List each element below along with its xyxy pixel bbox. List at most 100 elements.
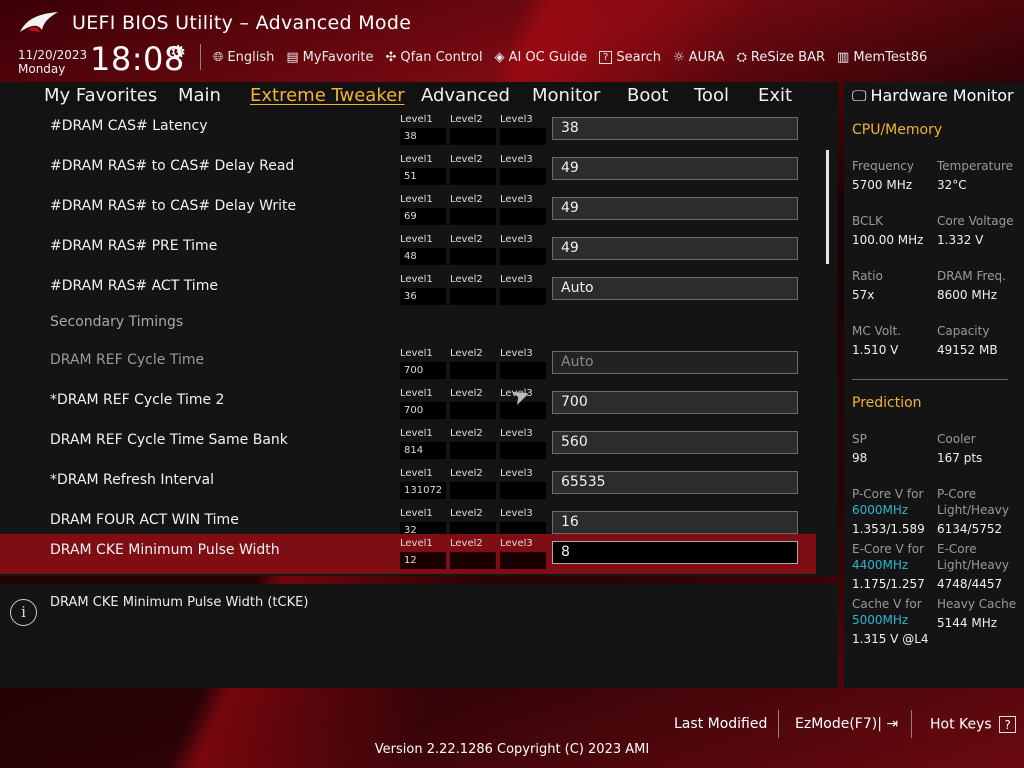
toolbar-label: MemTest86 (853, 49, 928, 65)
scrollbar-thumb[interactable] (826, 150, 829, 264)
setting-row-selected[interactable]: DRAM CKE Minimum Pulse Width Level1 12 Le… (0, 534, 816, 574)
toolbar-divider (200, 44, 201, 70)
level-label: Level2 (450, 508, 483, 519)
last-modified-button[interactable]: Last Modified (674, 716, 767, 732)
setting-value-input[interactable]: Auto (552, 277, 798, 300)
tab-advanced[interactable]: Advanced (421, 85, 510, 106)
setting-label: #DRAM RAS# PRE Time (50, 238, 218, 254)
setting-label: DRAM REF Cycle Time Same Bank (50, 432, 288, 448)
cooler-value: 167 pts (937, 451, 983, 465)
hot-keys-button[interactable]: Hot Keys ? (930, 716, 1017, 733)
level1-box: Level1 814 (400, 428, 446, 460)
level2-box: Level2 (450, 194, 496, 226)
level-label: Level3 (500, 114, 533, 125)
setting-row[interactable]: *DRAM Refresh Interval Level1 131072 Leve… (0, 464, 816, 504)
hardware-monitor-panel: 🖵︎ Hardware Monitor CPU/Memory Frequency… (844, 82, 1024, 688)
toolbar-resize-bar-button[interactable]: ⛭ ReSize BAR (737, 50, 826, 65)
prediction-section-title: Prediction (852, 395, 922, 411)
tab-boot[interactable]: Boot (627, 85, 668, 106)
toolbar-search-button[interactable]: ? Search (599, 50, 661, 65)
toolbar-language-button[interactable]: 🌐︎ English (213, 50, 274, 65)
ezmode-button[interactable]: EzMode(F7)| ⇥ (795, 716, 898, 732)
level2-box: Level2 (450, 538, 496, 570)
toolbar-aura-button[interactable]: ☼ AURA (673, 50, 724, 65)
level-label: Level1 (400, 428, 433, 439)
fan-icon: ✣ (385, 49, 397, 65)
help-info-panel: i DRAM CKE Minimum Pulse Width (tCKE) (0, 584, 838, 688)
setting-value-input[interactable]: 38 (552, 117, 798, 140)
setting-value-input[interactable]: 560 (552, 431, 798, 454)
setting-value-input: Auto (552, 351, 798, 374)
setting-value-input[interactable]: 49 (552, 197, 798, 220)
level1-box: Level1 700 (400, 348, 446, 380)
temperature-value: 32°C (937, 178, 967, 192)
setting-row[interactable]: #DRAM CAS# Latency Level1 38 Level2 Level… (0, 110, 816, 150)
setting-value-input[interactable]: 8 (552, 541, 798, 564)
setting-row[interactable]: #DRAM RAS# PRE Time Level1 48 Level2 Leve… (0, 230, 816, 270)
level-value (500, 168, 546, 185)
tab-main[interactable]: Main (178, 85, 221, 106)
level-value: 700 (400, 402, 446, 419)
setting-row[interactable]: DRAM REF Cycle Time Same Bank Level1 814 … (0, 424, 816, 464)
cache-v-value: 1.315 V @L4 (852, 632, 929, 646)
setting-label: #DRAM RAS# to CAS# Delay Read (50, 158, 295, 174)
setting-value-input[interactable]: 49 (552, 157, 798, 180)
help-text: DRAM CKE Minimum Pulse Width (tCKE) (50, 595, 309, 610)
hardware-monitor-title: 🖵︎ Hardware Monitor (852, 86, 1014, 105)
ecore-v-frequency: 4400MHz (852, 558, 909, 572)
toolbar-label: Qfan Control (400, 49, 483, 65)
level-value: 38 (400, 128, 446, 145)
setting-label: *DRAM REF Cycle Time 2 (50, 392, 225, 408)
ecore-label-line1: E-Core (937, 542, 977, 556)
setting-row[interactable]: *DRAM REF Cycle Time 2 Level1 700 Level2 … (0, 384, 816, 424)
setting-value-input[interactable]: 65535 (552, 471, 798, 494)
level2-box: Level2 (450, 348, 496, 380)
monitor-icon: 🖵︎ (852, 86, 867, 105)
aura-icon: ☼ (673, 49, 685, 65)
toolbar-ai-oc-guide-button[interactable]: ◈ AI OC Guide (495, 50, 587, 65)
toolbar-myfavorite-button[interactable]: ▤ MyFavorite (286, 50, 373, 65)
level2-box: Level2 (450, 428, 496, 460)
cache-v-label-text: Cache V for (852, 597, 922, 611)
level2-box: Level2 (450, 388, 496, 420)
capacity-value: 49152 MB (937, 343, 998, 357)
toolbar-label: AURA (688, 49, 725, 65)
level-label: Level3 (500, 194, 533, 205)
pcore-label-line1: P-Core (937, 487, 977, 501)
level-label: Level2 (450, 388, 483, 399)
tab-exit[interactable]: Exit (758, 85, 792, 106)
setting-value-input[interactable]: 700 (552, 391, 798, 414)
ratio-label: Ratio (852, 269, 883, 283)
toolbar-memtest-button[interactable]: ▥ MemTest86 (837, 50, 927, 65)
level-value (450, 362, 496, 379)
setting-row[interactable]: #DRAM RAS# to CAS# Delay Read Level1 51 L… (0, 150, 816, 190)
heavy-cache-value: 5144 MHz (937, 616, 998, 630)
frequency-label: Frequency (852, 159, 914, 173)
level2-box: Level2 (450, 234, 496, 266)
mc-volt-value: 1.510 V (852, 343, 899, 357)
setting-value-input[interactable]: 16 (552, 511, 798, 534)
toolbar-qfan-button[interactable]: ✣ Qfan Control (386, 50, 483, 65)
level-label: Level2 (450, 114, 483, 125)
tab-my-favorites[interactable]: My Favorites (44, 85, 157, 106)
tab-extreme-tweaker[interactable]: Extreme Tweaker (250, 85, 405, 106)
level-label: Level2 (450, 154, 483, 165)
level-value (450, 288, 496, 305)
level-value (500, 248, 546, 265)
setting-value-input[interactable]: 49 (552, 237, 798, 260)
gear-icon[interactable]: ⚙ (170, 42, 186, 63)
cache-v-frequency: 5000MHz (852, 613, 909, 627)
tab-monitor[interactable]: Monitor (532, 85, 600, 106)
setting-row[interactable]: #DRAM RAS# ACT Time Level1 36 Level2 Leve… (0, 270, 816, 310)
pcore-v-label: P-Core V for 6000MHz (852, 486, 923, 518)
sp-value: 98 (852, 451, 868, 465)
level-value (450, 128, 496, 145)
cpu-memory-section-title: CPU/Memory (852, 122, 943, 138)
bclk-label: BCLK (852, 214, 883, 228)
tab-tool[interactable]: Tool (694, 85, 729, 106)
level-label: Level1 (400, 348, 433, 359)
level1-box: Level1 38 (400, 114, 446, 146)
hardware-monitor-title-text: Hardware Monitor (870, 86, 1014, 105)
setting-row[interactable]: #DRAM RAS# to CAS# Delay Write Level1 69 … (0, 190, 816, 230)
level-label: Level3 (500, 538, 533, 549)
